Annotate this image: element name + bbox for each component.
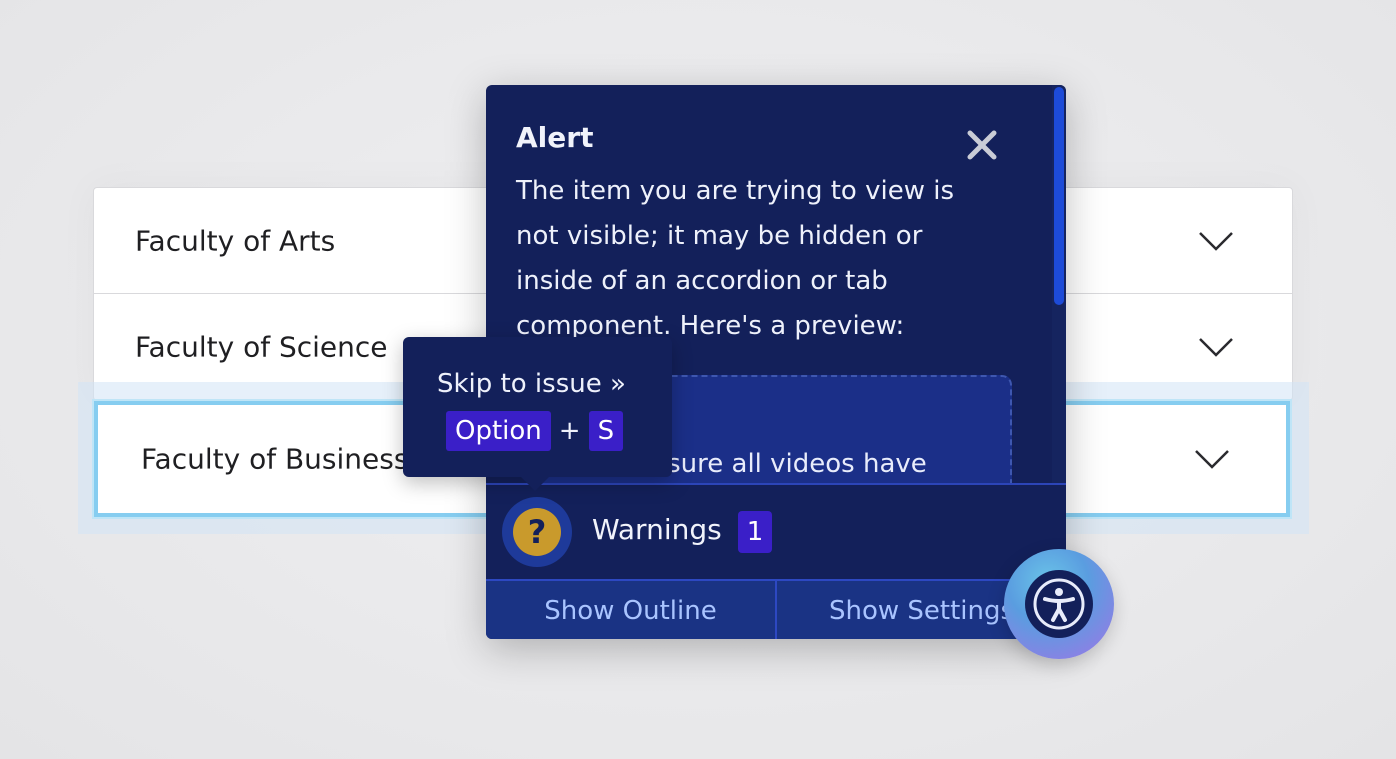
keyboard-shortcut: Option + S xyxy=(446,411,624,451)
key-plus: + xyxy=(558,416,581,446)
question-icon: ? xyxy=(513,508,561,556)
alert-message: The item you are trying to view is not v… xyxy=(516,176,954,341)
key-option: Option xyxy=(446,411,551,451)
accessibility-icon xyxy=(1033,578,1085,630)
key-s: S xyxy=(588,411,624,451)
scrollbar[interactable] xyxy=(1052,85,1066,483)
tooltip-title: Skip to issue » xyxy=(437,369,626,399)
close-icon xyxy=(967,130,997,160)
panel-footer: Show Outline Show Settings xyxy=(486,579,1066,639)
status-bar: ? Warnings 1 xyxy=(486,483,1066,581)
skip-to-issue-tooltip: Skip to issue » Option + S xyxy=(403,337,672,491)
accessibility-icon-wrap xyxy=(1025,570,1093,638)
accessibility-toggle-button[interactable] xyxy=(1004,549,1114,659)
scrollbar-thumb[interactable] xyxy=(1054,87,1064,305)
accordion-item-label: Faculty of Science xyxy=(135,330,388,363)
warnings-count-badge: 1 xyxy=(738,511,772,553)
show-outline-button[interactable]: Show Outline xyxy=(486,581,775,639)
chevron-down-icon xyxy=(1199,231,1233,251)
close-button[interactable] xyxy=(964,127,1000,163)
warnings-label: Warnings xyxy=(592,513,722,546)
accordion-item-label: Faculty of Business xyxy=(141,442,409,476)
accordion-item-label: Faculty of Arts xyxy=(135,224,336,257)
warning-status-button[interactable]: ? xyxy=(502,497,572,567)
chevron-down-icon xyxy=(1199,337,1233,357)
alert-title: Alert xyxy=(516,121,594,154)
chevron-down-icon xyxy=(1195,450,1229,469)
